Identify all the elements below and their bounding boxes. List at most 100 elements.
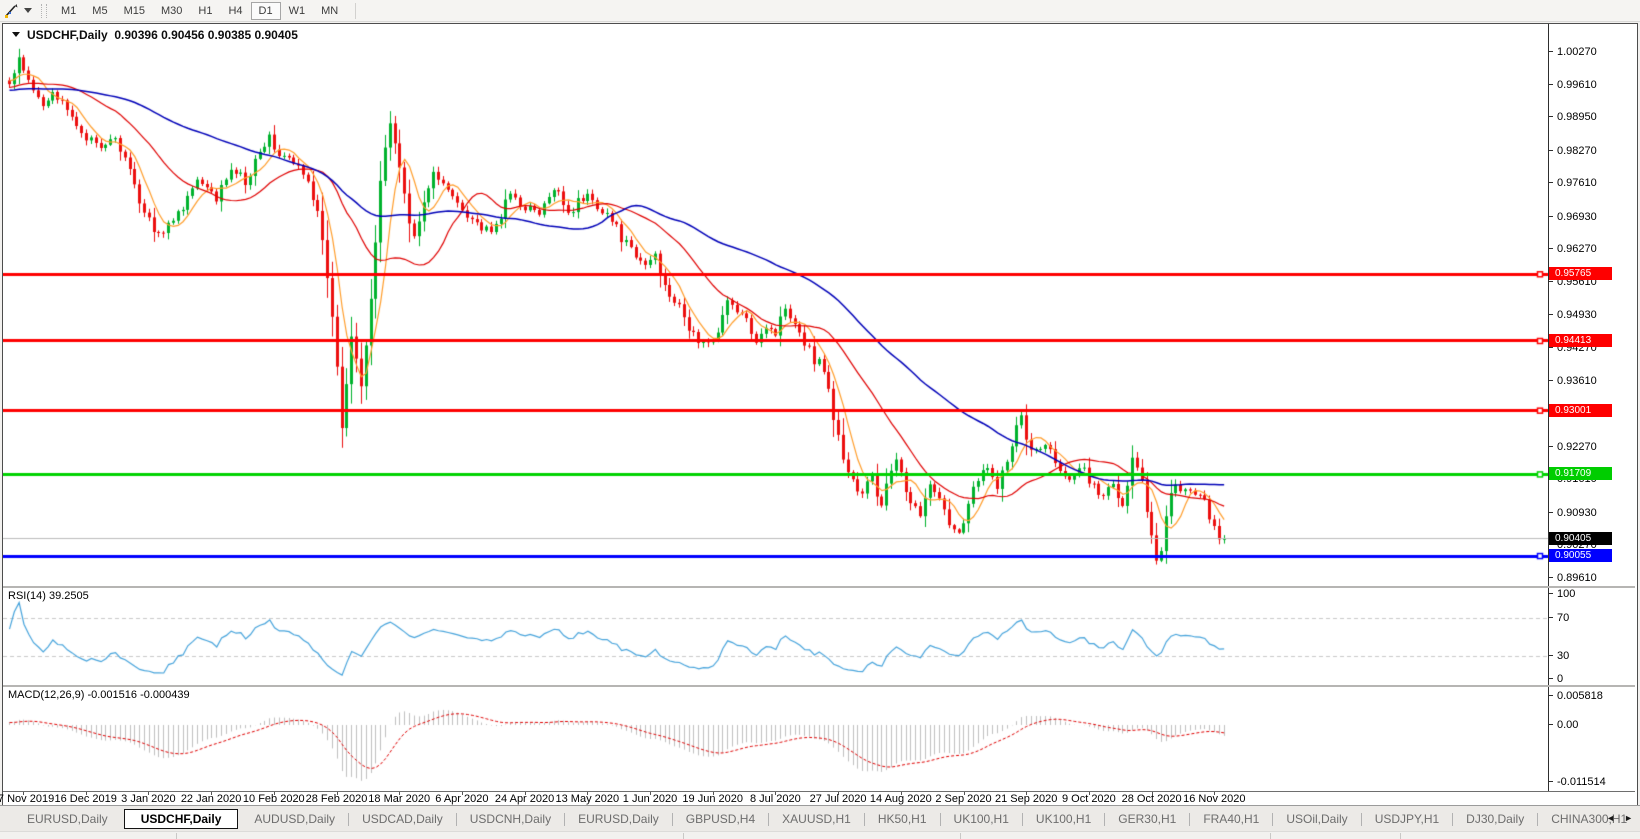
date-axis-label: 19 Jun 2020 [682, 793, 743, 805]
macd-axis-tick-label: 0.00 [1549, 719, 1578, 731]
date-axis-label: 13 May 2020 [555, 793, 619, 805]
date-axis[interactable]: 27 Nov 201916 Dec 2019 3 Jan 2020 22 Jan 2… [3, 792, 1635, 804]
rsi-axis-tick-label: 100 [1549, 588, 1575, 600]
date-axis-label: 6 Apr 2020 [435, 793, 488, 805]
status-bar [0, 831, 1640, 839]
price-chart-canvas[interactable] [3, 24, 1548, 586]
chart-tab-uk100-h1[interactable]: UK100,H1 [1023, 809, 1104, 829]
price-axis-tick-label: 0.90930 [1549, 507, 1597, 519]
status-separator [1270, 833, 1271, 839]
status-separator [176, 833, 177, 839]
date-axis-label: 3 Jan 2020 [121, 793, 175, 805]
chart-tab-gbpusd-h4[interactable]: GBPUSD,H4 [673, 809, 768, 829]
crosshair-tool-icon[interactable] [3, 3, 21, 19]
price-axis-tick-label: 0.96930 [1549, 211, 1597, 223]
price-axis-tick-label: 0.89610 [1549, 572, 1597, 584]
date-axis-label: 14 Aug 2020 [870, 793, 932, 805]
date-axis-label: 16 Dec 2019 [54, 793, 116, 805]
tabs-container: EURUSD,DailyUSDCHF,DailyAUDUSD,DailyUSDC… [0, 809, 1640, 829]
date-axis-label: 22 Jan 2020 [181, 793, 242, 805]
timeframe-button-m1[interactable]: M1 [53, 2, 84, 20]
rsi-axis[interactable]: 100 70 30 0 [1548, 588, 1636, 685]
price-axis-tick-label: 0.96270 [1549, 243, 1597, 255]
price-axis-tick-label: 0.97610 [1549, 177, 1597, 189]
chart-tab-usdcnh-daily[interactable]: USDCNH,Daily [457, 809, 564, 829]
chart-tab-bar: EURUSD,DailyUSDCHF,DailyAUDUSD,DailyUSDC… [0, 805, 1640, 832]
price-tag: 0.94413 [1549, 334, 1612, 347]
chart-window: USDCHF,Daily 0.90396 0.90456 0.90385 0.9… [2, 23, 1638, 806]
timeframe-button-d1[interactable]: D1 [251, 2, 281, 20]
toolbar-grip[interactable] [41, 4, 47, 18]
price-axis-tick-label: 0.92270 [1549, 441, 1597, 453]
chart-tab-usoil-daily[interactable]: USOil,Daily [1273, 809, 1360, 829]
chart-symbol-label: USDCHF,Daily [27, 28, 108, 42]
chart-tab-dj30-daily[interactable]: DJ30,Daily [1453, 809, 1537, 829]
rsi-pane: RSI(14) 39.2505 10070300 [3, 588, 1635, 687]
price-tag: 0.90055 [1549, 549, 1612, 562]
date-axis-label: 2 Sep 2020 [935, 793, 991, 805]
price-tag: 0.95765 [1549, 267, 1612, 280]
price-tag: 0.91709 [1549, 467, 1612, 480]
tab-scroll-controls: ◄ ► [1606, 813, 1633, 823]
macd-canvas[interactable] [3, 687, 1548, 791]
macd-pane: MACD(12,26,9) -0.001516 -0.000439 0.0058… [3, 687, 1635, 792]
macd-axis-tick-label: -0.011514 [1549, 776, 1606, 788]
price-axis-tick-label: 0.98950 [1549, 111, 1597, 123]
chart-ohlc-values: 0.90396 0.90456 0.90385 0.90405 [114, 28, 298, 42]
date-axis-label: 1 Jun 2020 [623, 793, 677, 805]
main-chart-pane: USDCHF,Daily 0.90396 0.90456 0.90385 0.9… [3, 24, 1635, 588]
price-axis-tick-label: 0.93610 [1549, 375, 1597, 387]
tab-scroll-right-icon[interactable]: ► [1624, 813, 1633, 823]
rsi-axis-tick-label: 30 [1549, 650, 1569, 662]
date-axis-label: 21 Sep 2020 [995, 793, 1057, 805]
price-axis[interactable]: 1.002700.996100.989500.982700.976100.969… [1548, 24, 1636, 586]
chart-tab-usdjpy-h1[interactable]: USDJPY,H1 [1362, 809, 1452, 829]
chart-tab-ger30-h1[interactable]: GER30,H1 [1105, 809, 1189, 829]
macd-axis-tick-label: 0.005818 [1549, 690, 1603, 702]
rsi-canvas[interactable] [3, 588, 1548, 685]
chart-tab-hk50-h1[interactable]: HK50,H1 [865, 809, 940, 829]
timeframe-button-h4[interactable]: H4 [220, 2, 250, 20]
chart-tab-usdchf-daily[interactable]: USDCHF,Daily [124, 809, 239, 829]
chart-tab-eurusd-daily[interactable]: EURUSD,Daily [565, 809, 672, 829]
timeframe-button-m5[interactable]: M5 [84, 2, 115, 20]
date-axis-label: 28 Feb 2020 [306, 793, 368, 805]
chart-title: USDCHF,Daily 0.90396 0.90456 0.90385 0.9… [12, 28, 298, 42]
chevron-down-icon[interactable] [24, 8, 32, 13]
timeframe-button-m30[interactable]: M30 [153, 2, 190, 20]
timeframe-button-group: M1M5M15M30H1H4D1W1MN [53, 2, 346, 20]
macd-axis[interactable]: 0.005818 0.00 -0.011514 [1548, 687, 1636, 791]
price-axis-tick-label: 0.98270 [1549, 145, 1597, 157]
chart-tab-eurusd-daily[interactable]: EURUSD,Daily [14, 809, 121, 829]
chart-tab-xauusd-h1[interactable]: XAUUSD,H1 [769, 809, 864, 829]
date-axis-label: 8 Jul 2020 [750, 793, 801, 805]
date-axis-label: 27 Jul 2020 [810, 793, 867, 805]
chart-tab-uk100-h1[interactable]: UK100,H1 [941, 809, 1022, 829]
price-axis-tick-label: 0.94930 [1549, 309, 1597, 321]
date-axis-label: 24 Apr 2020 [495, 793, 554, 805]
date-axis-label: 9 Oct 2020 [1062, 793, 1116, 805]
date-axis-label: 27 Nov 2019 [0, 793, 54, 805]
timeframe-button-mn[interactable]: MN [313, 2, 346, 20]
rsi-axis-tick-label: 0 [1549, 673, 1563, 685]
date-axis-label: 10 Feb 2020 [243, 793, 305, 805]
status-separator [683, 833, 684, 839]
price-axis-tick-label: 1.00270 [1549, 46, 1597, 58]
toolbar-separator [355, 3, 356, 19]
top-toolbar: M1M5M15M30H1H4D1W1MN [0, 0, 1640, 22]
status-separator [960, 833, 961, 839]
timeframe-button-w1[interactable]: W1 [281, 2, 314, 20]
timeframe-button-h1[interactable]: H1 [190, 2, 220, 20]
tab-scroll-left-icon[interactable]: ◄ [1606, 813, 1615, 823]
price-tag: 0.90405 [1549, 532, 1612, 545]
timeframe-button-m15[interactable]: M15 [116, 2, 153, 20]
date-axis-label: 28 Oct 2020 [1122, 793, 1182, 805]
chart-dropdown-icon[interactable] [12, 32, 20, 37]
date-axis-label: 16 Nov 2020 [1183, 793, 1245, 805]
status-separator [1400, 833, 1401, 839]
rsi-axis-tick-label: 70 [1549, 612, 1569, 624]
chart-tab-usdcad-daily[interactable]: USDCAD,Daily [349, 809, 456, 829]
price-tag: 0.93001 [1549, 404, 1612, 417]
chart-tab-audusd-daily[interactable]: AUDUSD,Daily [241, 809, 348, 829]
chart-tab-fra40-h1[interactable]: FRA40,H1 [1190, 809, 1272, 829]
